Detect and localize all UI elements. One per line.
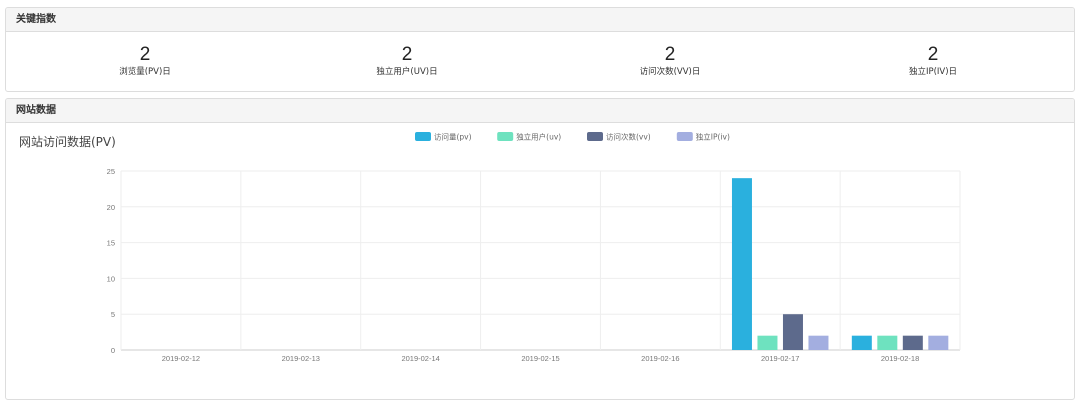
x-tick-label: 2019-02-16	[641, 354, 679, 363]
x-tick-label: 2019-02-15	[521, 354, 559, 363]
legend-label: 访问量(pv)	[434, 132, 472, 142]
stat-vv: 2 访问次数(VV)日	[590, 44, 750, 78]
legend-label: 独立IP(iv)	[696, 132, 730, 142]
stat-uv: 2 独立用户(UV)日	[327, 44, 487, 78]
y-tick-label: 25	[107, 167, 115, 176]
legend-swatch	[497, 132, 514, 141]
bar	[851, 335, 872, 350]
legend-swatch	[676, 132, 693, 141]
y-tick-label: 15	[107, 239, 115, 248]
bar	[731, 178, 752, 350]
x-tick-label: 2019-02-17	[761, 354, 799, 363]
x-tick-label: 2019-02-13	[282, 354, 320, 363]
y-tick-label: 5	[111, 310, 115, 319]
legend-label: 访问次数(vv)	[606, 132, 651, 142]
key-metrics-panel: 关键指数 2 浏览量(PV)日 2 独立用户(UV)日 2 访问次数(VV)日 …	[5, 7, 1075, 92]
bar	[877, 335, 898, 350]
stat-vv-label: 访问次数(VV)日	[639, 67, 701, 77]
stat-iv-label: 独立IP(IV)日	[908, 67, 958, 77]
site-data-panel: 网站数据 网站访问数据(PV) 0 5 10 15 20 25 2019-02-12 2019…	[5, 98, 1075, 400]
y-tick-label: 20	[107, 203, 115, 212]
legend-label: 独立用户(uv)	[516, 132, 561, 142]
y-tick-label: 0	[111, 346, 115, 355]
key-metrics-stats: 2 浏览量(PV)日 2 独立用户(UV)日 2 访问次数(VV)日 2 独立I…	[6, 32, 1074, 91]
stat-iv-value: 2	[927, 44, 939, 65]
bar	[757, 335, 778, 350]
key-metrics-heading: 关键指数	[6, 8, 1074, 32]
y-tick-label: 10	[107, 274, 115, 283]
site-data-heading: 网站数据	[6, 99, 1074, 123]
x-tick-label: 2019-02-14	[401, 354, 439, 363]
stat-pv: 2 浏览量(PV)日	[65, 44, 225, 78]
bar	[808, 335, 829, 350]
bar	[782, 314, 803, 350]
stat-uv-label: 独立用户(UV)日	[376, 67, 438, 77]
stat-vv-value: 2	[664, 44, 676, 65]
stat-pv-label: 浏览量(PV)日	[119, 67, 171, 77]
stat-iv: 2 独立IP(IV)日	[853, 44, 1013, 78]
x-tick-label: 2019-02-18	[881, 354, 919, 363]
legend-swatch	[587, 132, 603, 141]
stat-uv-value: 2	[401, 44, 413, 65]
legend-swatch	[415, 132, 431, 141]
bar	[902, 335, 923, 350]
visits-bar-chart: 0 5 10 15 20 25 2019-02-12 2019-02-13 2019-02-14…	[107, 132, 961, 363]
stat-pv-value: 2	[139, 44, 151, 65]
x-tick-label: 2019-02-12	[162, 354, 200, 363]
bar	[928, 335, 949, 350]
